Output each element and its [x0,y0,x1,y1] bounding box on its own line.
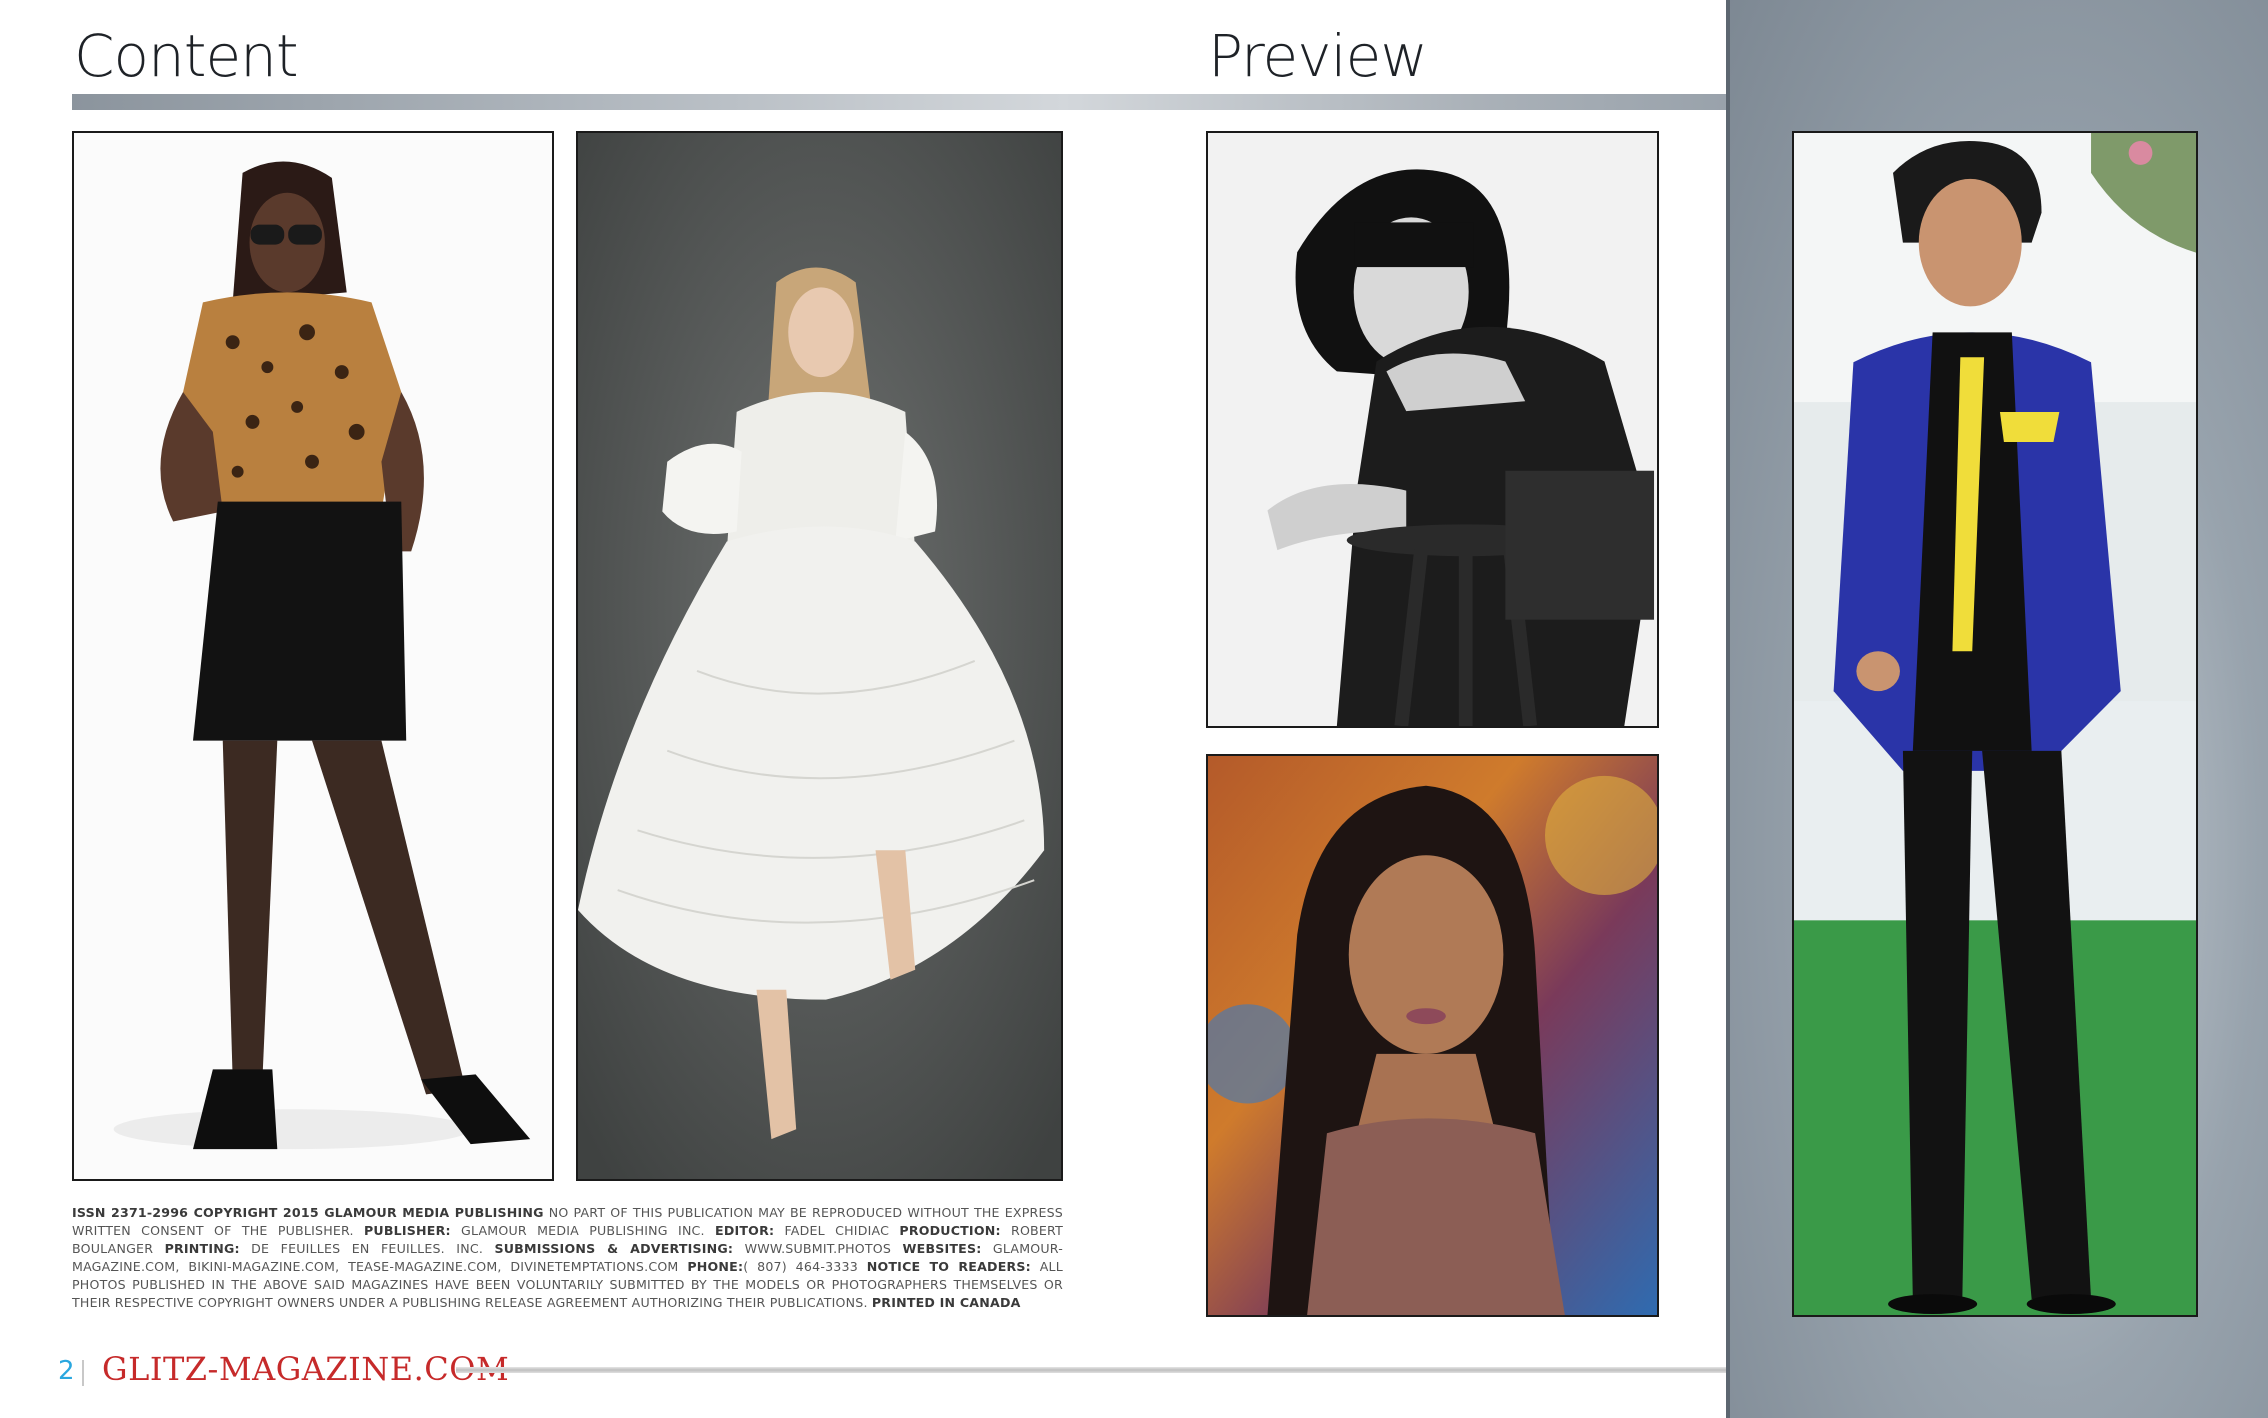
credit-label: Printed in Canada [871,1295,1021,1310]
credit-label: Printing: [164,1241,240,1256]
photo-woman-leopard-top[interactable] [72,131,554,1181]
credit-label: Notice to Readers: [866,1259,1031,1274]
credit-text: ( 807) 464-3333 [743,1259,867,1274]
content-heading: Content [74,22,299,90]
credit-label: Submissions & Advertising: [494,1241,734,1256]
credit-label: Phone: [687,1259,744,1274]
footer-rule [456,1367,1726,1373]
credit-label: Publisher: [364,1223,451,1238]
credit-label: ISSN 2371-2996 Copyright 2015 Glamour Me… [72,1205,544,1220]
footer-separator [82,1360,84,1386]
preview-heading: Preview [1208,22,1428,90]
credit-text: www.submit.photos [733,1241,903,1256]
credit-label: Editor: [715,1223,775,1238]
credit-text: De Feuilles En Feuilles. Inc. [239,1241,495,1256]
photo-boy-blue-suit[interactable] [1792,131,2198,1317]
panel-divider [1726,0,1730,1418]
photo-woman-white-dress[interactable] [576,131,1063,1181]
title-bar [72,94,1726,110]
publication-credits: ISSN 2371-2996 Copyright 2015 Glamour Me… [72,1204,1063,1312]
page-number: 2 [58,1356,75,1386]
photo-woman-portrait[interactable] [1206,754,1659,1317]
credit-text: Glamour Media Publishing Inc. [450,1223,716,1238]
photo-girl-black-white[interactable] [1206,131,1659,728]
credit-label: Websites: [902,1241,982,1256]
credit-text: Fadel Chidiac [774,1223,900,1238]
credit-label: Production: [899,1223,1001,1238]
footer-brand[interactable]: GLITZ-MAGAZINE.COM [102,1350,509,1388]
